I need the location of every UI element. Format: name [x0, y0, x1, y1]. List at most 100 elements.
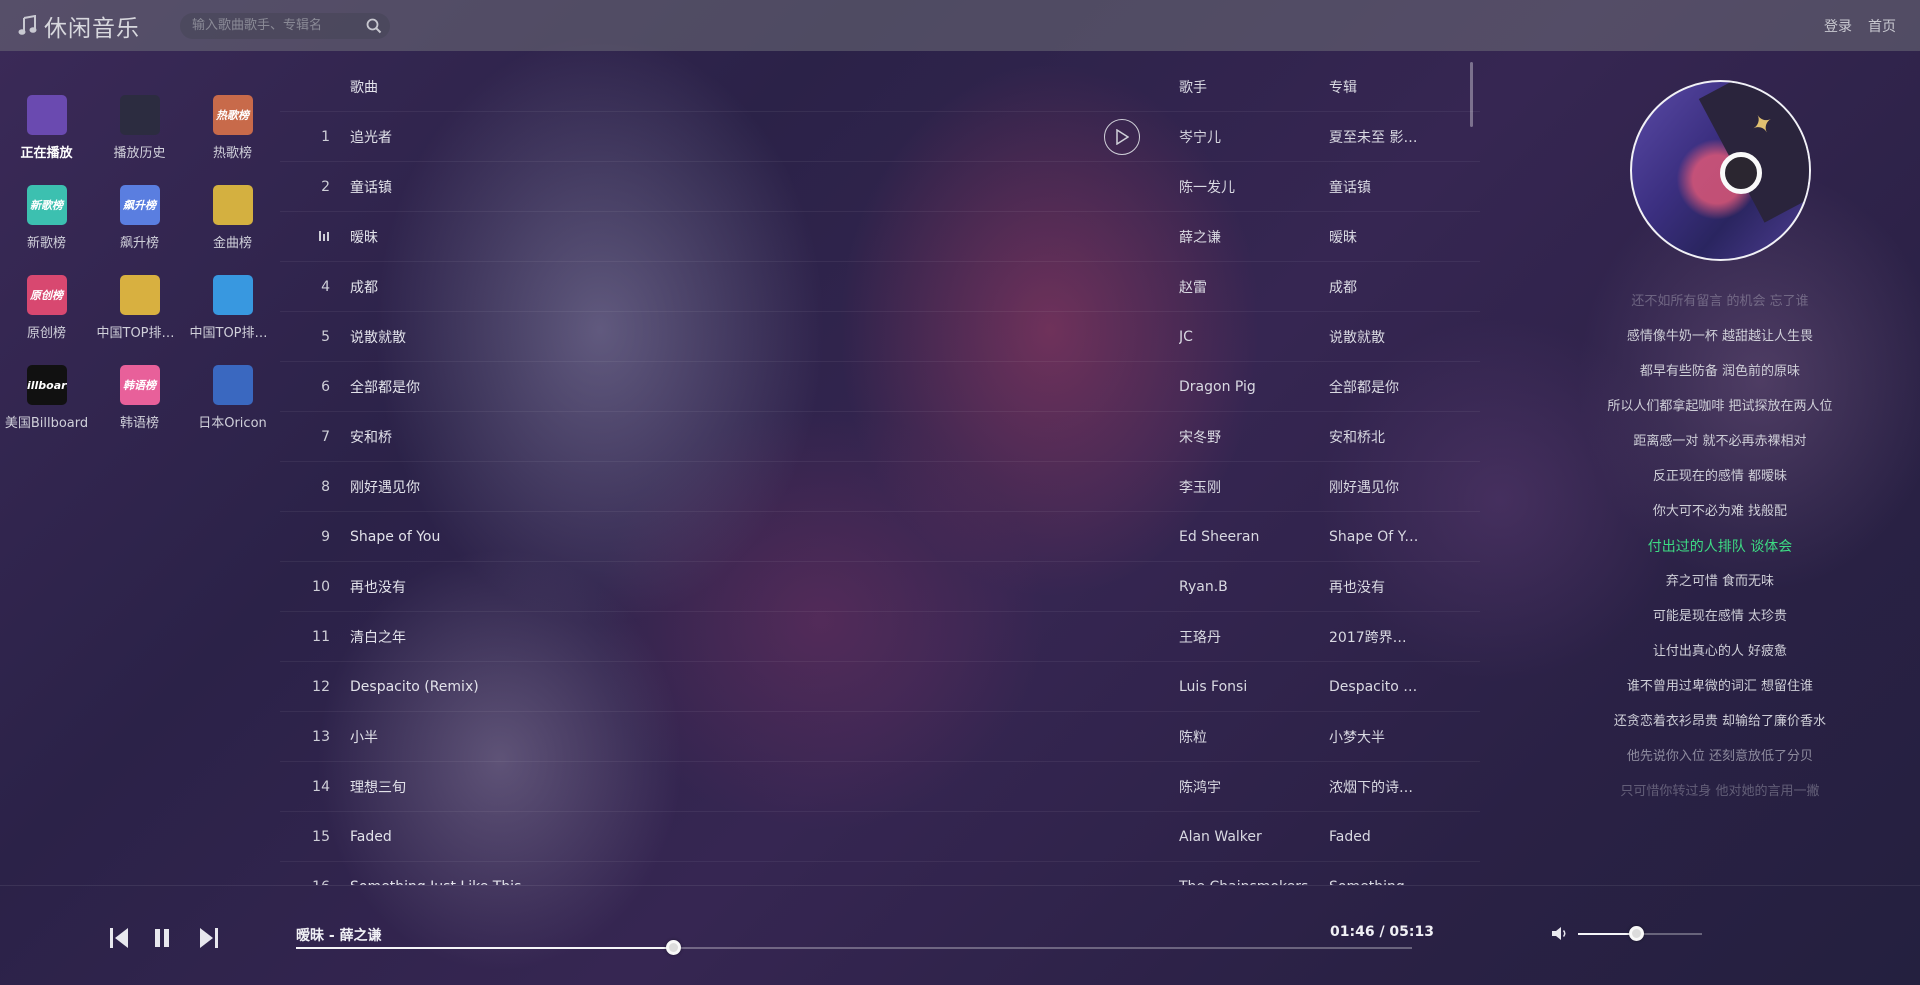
song-artist[interactable]: Ryan.B — [1179, 579, 1319, 595]
song-title[interactable]: 小半 — [350, 727, 1150, 747]
song-artist[interactable]: 陈粒 — [1179, 727, 1319, 747]
next-track-icon[interactable] — [198, 925, 220, 951]
song-artist[interactable]: 王珞丹 — [1179, 627, 1319, 647]
lyric-line: 还贪恋着衣衫昂贵 却输给了廉价香水 — [1613, 714, 1827, 729]
hot-chart-icon: 热歌榜 — [212, 95, 253, 135]
pause-icon[interactable] — [151, 925, 173, 951]
song-title[interactable]: 说散就散 — [350, 327, 1150, 347]
song-artist[interactable]: Dragon Pig — [1179, 379, 1319, 395]
song-album[interactable]: 暧昧 — [1329, 227, 1419, 247]
song-album[interactable]: Shape Of You — [1329, 529, 1419, 545]
song-artist[interactable]: 陈鸿宇 — [1179, 777, 1319, 797]
sidebar-item-9[interactable]: Billboard 美国Billboard — [0, 365, 93, 455]
song-album[interactable]: 夏至未至 影视原声带 — [1329, 127, 1419, 147]
progress-knob[interactable] — [666, 940, 682, 955]
song-number: 11 — [312, 628, 330, 645]
song-row[interactable]: 2 童话镇 陈一发儿 童话镇 — [280, 162, 1480, 212]
song-artist[interactable]: Luis Fonsi — [1179, 679, 1319, 695]
sidebar-item-5[interactable]: 金曲榜 — [186, 185, 279, 275]
song-artist[interactable]: Ed Sheeran — [1179, 529, 1319, 545]
song-title[interactable]: 刚好遇见你 — [350, 477, 1150, 497]
song-title[interactable]: 理想三旬 — [350, 777, 1150, 797]
song-album[interactable]: Faded — [1329, 829, 1419, 845]
app-logo[interactable]: 休闲音乐 — [18, 9, 140, 43]
previous-track-icon[interactable] — [108, 925, 130, 951]
song-list: 歌曲 歌手 专辑 1追光者岑宁儿夏至未至 影视原声带2童话镇陈一发儿童话镇暧昧薛… — [280, 62, 1480, 885]
song-row[interactable]: 14 理想三旬 陈鸿宇浓烟下的诗歌电台 — [280, 762, 1480, 812]
column-header-album: 专辑 — [1329, 79, 1357, 96]
volume-icon[interactable] — [1551, 926, 1568, 941]
song-album[interactable]: 童话镇 — [1329, 177, 1419, 197]
song-album[interactable]: Despacito (Remix) — [1329, 679, 1419, 695]
song-artist[interactable]: JC — [1179, 329, 1319, 345]
song-album[interactable]: 安和桥北 — [1329, 427, 1419, 447]
song-artist[interactable]: 陈一发儿 — [1179, 177, 1319, 197]
song-title[interactable]: 暧昧 — [350, 227, 1150, 247]
song-list-scrollbar[interactable] — [1470, 62, 1473, 127]
search-input[interactable] — [192, 18, 366, 33]
volume-knob[interactable] — [1629, 926, 1645, 941]
song-title[interactable]: Faded — [350, 829, 1150, 845]
song-artist[interactable]: 岑宁儿 — [1179, 127, 1319, 147]
home-link[interactable]: 首页 — [1868, 16, 1896, 36]
sidebar-item-11[interactable]: 日本Oricon — [186, 365, 279, 455]
progress-bar[interactable] — [296, 940, 1412, 955]
song-row[interactable]: 16Something Just Like ThisThe Chainsmoke… — [280, 862, 1480, 886]
volume-slider[interactable] — [1578, 926, 1702, 941]
song-row[interactable]: 12 Despacito (Remix) Luis Fonsi Despacito (… — [280, 662, 1480, 712]
song-title[interactable]: 清白之年 — [350, 627, 1150, 647]
song-row[interactable]: 15 Faded Alan Walker Faded — [280, 812, 1480, 862]
song-row[interactable]: 8 刚好遇见你 李玉刚 刚好遇见你 — [280, 462, 1480, 512]
sidebar-item-2[interactable]: 热歌榜 热歌榜 — [186, 95, 279, 185]
song-album[interactable]: 小梦大半 — [1329, 727, 1419, 747]
sidebar-item-4[interactable]: 飙升榜 飙升榜 — [93, 185, 186, 275]
sidebar-item-7[interactable]: 中国TOP排行榜 — [93, 275, 186, 365]
sidebar-item-1[interactable]: 播放历史 — [93, 95, 186, 185]
chart-badge-text: Billboard — [26, 378, 67, 392]
song-artist[interactable]: 薛之谦 — [1179, 227, 1319, 247]
song-row[interactable]: 7 安和桥 宋冬野 安和桥北 — [280, 412, 1480, 462]
song-row[interactable]: 暧昧 薛之谦 暧昧 — [280, 212, 1480, 262]
song-title[interactable]: Despacito (Remix) — [350, 679, 1150, 695]
song-row[interactable]: 9 Shape of You Ed Sheeran Shape Of You — [280, 512, 1480, 562]
song-title[interactable]: 成都 — [350, 277, 1150, 297]
sidebar-item-label: 播放历史 — [113, 146, 166, 161]
sidebar-item-8[interactable]: 中国TOP排行榜 — [186, 275, 279, 365]
song-title[interactable]: Shape of You — [350, 529, 1150, 545]
song-album[interactable]: 全部都是你 — [1329, 377, 1419, 397]
song-row[interactable]: 5 说散就散 JC 说散就散 — [280, 312, 1480, 362]
song-row[interactable]: 11 清白之年 王珞丹 2017跨界歌王 — [280, 612, 1480, 662]
song-album[interactable]: 浓烟下的诗歌电台 — [1329, 777, 1419, 797]
song-title[interactable]: 安和桥 — [350, 427, 1150, 447]
song-artist[interactable]: Alan Walker — [1179, 829, 1319, 845]
play-song-button[interactable] — [1104, 119, 1140, 155]
song-number: 1 — [321, 128, 330, 145]
sidebar-item-10[interactable]: 韩语榜 韩语榜 — [93, 365, 186, 455]
sidebar-item-6[interactable]: 原创榜 原创榜 — [0, 275, 93, 365]
song-row[interactable]: 13 小半 陈粒 小梦大半 — [280, 712, 1480, 762]
song-number: 5 — [321, 328, 330, 345]
song-album[interactable]: 刚好遇见你 — [1329, 477, 1419, 497]
song-title[interactable]: 童话镇 — [350, 177, 1150, 197]
song-album[interactable]: 成都 — [1329, 277, 1419, 297]
song-row[interactable]: 4 成都 赵雷 成都 — [280, 262, 1480, 312]
song-title[interactable]: 追光者 — [350, 127, 1150, 147]
song-row[interactable]: 6 全部都是你 Dragon Pig 全部都是你 — [280, 362, 1480, 412]
song-artist[interactable]: 赵雷 — [1179, 277, 1319, 297]
song-album[interactable]: 2017跨界歌王 — [1329, 627, 1419, 647]
song-list-header: 歌曲 歌手 专辑 — [280, 62, 1480, 112]
login-link[interactable]: 登录 — [1824, 16, 1852, 36]
search-icon[interactable] — [366, 18, 382, 34]
sidebar-item-label: 原创榜 — [26, 326, 66, 341]
song-album[interactable]: 说散就散 — [1329, 327, 1419, 347]
song-title[interactable]: 全部都是你 — [350, 377, 1150, 397]
song-row[interactable]: 1 追光者 岑宁儿夏至未至 影视原声带 — [280, 112, 1480, 162]
sidebar-item-3[interactable]: 新歌榜 新歌榜 — [0, 185, 93, 275]
song-row[interactable]: 10 再也没有 Ryan.B 再也没有 — [280, 562, 1480, 612]
song-number: 6 — [321, 378, 330, 395]
song-artist[interactable]: 李玉刚 — [1179, 477, 1319, 497]
song-title[interactable]: 再也没有 — [350, 577, 1150, 597]
sidebar-item-0[interactable]: 正在播放 — [0, 95, 93, 185]
song-album[interactable]: 再也没有 — [1329, 577, 1419, 597]
song-artist[interactable]: 宋冬野 — [1179, 427, 1319, 447]
